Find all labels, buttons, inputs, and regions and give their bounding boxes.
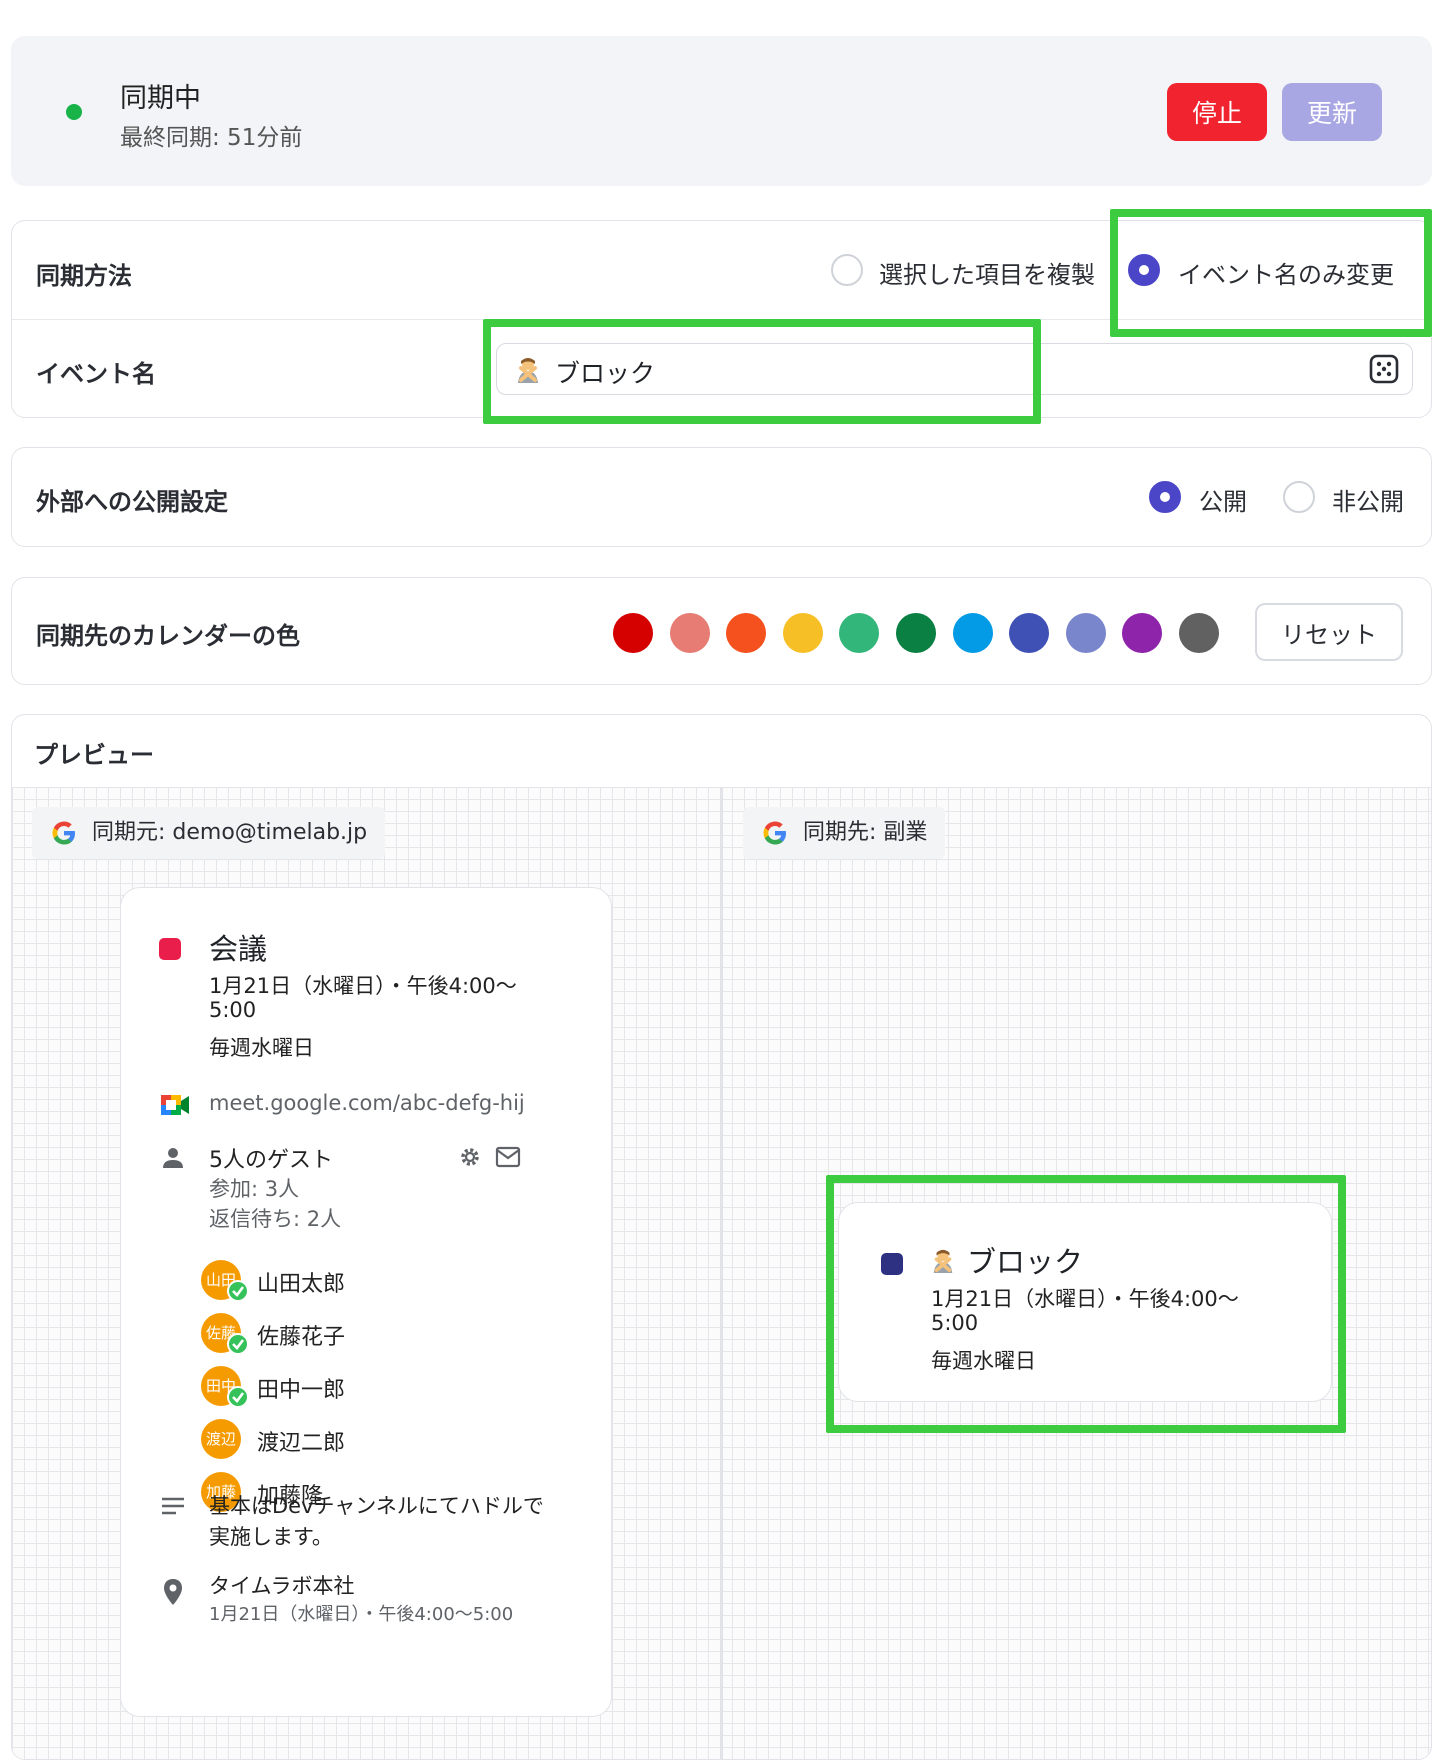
reset-button[interactable]: リセット xyxy=(1255,603,1403,661)
radio-duplicate-items[interactable] xyxy=(831,254,863,286)
calendar-color-label: 同期先のカレンダーの色 xyxy=(36,622,300,650)
color-swatch[interactable] xyxy=(613,613,653,653)
color-swatch[interactable] xyxy=(1065,613,1106,653)
check-icon xyxy=(227,1386,249,1408)
guest-name: 田中一郎 xyxy=(257,1378,346,1403)
color-swatch[interactable] xyxy=(839,613,880,653)
event-title: 会議 xyxy=(209,932,268,966)
target-calendar-tag: 同期先: 副業 xyxy=(743,807,946,859)
refresh-button[interactable]: 更新 xyxy=(1282,83,1382,141)
sync-method-label: 同期方法 xyxy=(36,262,132,290)
preview-title: プレビュー xyxy=(34,741,154,769)
google-icon xyxy=(763,821,786,845)
person-icon xyxy=(163,1148,183,1168)
radio-public[interactable] xyxy=(1149,481,1181,513)
visibility-label: 外部への公開設定 xyxy=(36,488,228,516)
gear-icon[interactable] xyxy=(457,1144,483,1170)
event-description-line2: 実施します。 xyxy=(209,1525,333,1549)
avatar: 渡辺 xyxy=(201,1419,241,1459)
event-time-line2: 5:00 xyxy=(209,998,257,1022)
color-swatch[interactable] xyxy=(1009,613,1050,653)
visibility-panel: 外部への公開設定 公開 非公開 xyxy=(11,447,1432,547)
sync-status-bar: 同期中 最終同期: 51分前 停止 更新 xyxy=(11,36,1432,186)
color-swatch[interactable] xyxy=(1179,613,1219,653)
location-pin-icon xyxy=(164,1579,182,1605)
guests-pending: 返信待ち: 2人 xyxy=(209,1207,342,1231)
dice-icon[interactable] xyxy=(1368,353,1400,385)
sync-status-dot xyxy=(66,104,82,120)
guest-name: 渡辺二郎 xyxy=(257,1431,346,1456)
event-time-line1: 1月21日（水曜日）・午後4:00〜 xyxy=(209,974,517,998)
option-public-label[interactable]: 公開 xyxy=(1199,482,1247,517)
option-private-label[interactable]: 非公開 xyxy=(1332,482,1404,517)
target-calendar-label: 同期先: 副業 xyxy=(803,820,928,845)
meet-link[interactable]: meet.google.com/abc-defg-hij xyxy=(209,1091,525,1115)
color-swatch[interactable] xyxy=(726,613,767,653)
highlight-target-event xyxy=(826,1175,1346,1433)
source-calendar-tag: 同期元: demo@timelab.jp xyxy=(32,807,386,859)
option-duplicate-items-label[interactable]: 選択した項目を複製 xyxy=(879,255,1095,290)
preview-divider xyxy=(720,787,723,1759)
event-description-line1: 基本はDevチャンネルにてハドルで xyxy=(209,1494,544,1518)
description-icon xyxy=(162,1497,184,1515)
check-icon xyxy=(227,1280,249,1302)
source-calendar-label: 同期元: demo@timelab.jp xyxy=(92,820,368,845)
guest-name: 佐藤花子 xyxy=(257,1325,346,1350)
last-sync-text: 最終同期: 51分前 xyxy=(120,125,303,151)
color-swatch[interactable] xyxy=(1122,613,1163,653)
color-swatch[interactable] xyxy=(669,613,710,653)
guest-name: 山田太郎 xyxy=(257,1272,346,1297)
sync-status-title: 同期中 xyxy=(120,83,201,114)
radio-private[interactable] xyxy=(1283,481,1315,513)
event-color-chip xyxy=(159,938,181,960)
event-name-label: イベント名 xyxy=(36,360,156,388)
mail-icon[interactable] xyxy=(495,1146,521,1168)
color-swatch[interactable] xyxy=(782,613,823,653)
check-icon xyxy=(227,1333,249,1355)
guests-joined: 参加: 3人 xyxy=(209,1177,300,1201)
calendar-color-panel: 同期先のカレンダーの色 リセット xyxy=(11,577,1432,685)
event-time: 1月21日（水曜日）・午後4:00〜 5:00 xyxy=(209,974,517,1022)
google-meet-icon xyxy=(161,1095,189,1115)
event-location: タイムラボ本社 xyxy=(209,1574,355,1598)
stop-button[interactable]: 停止 xyxy=(1167,83,1267,141)
color-swatch[interactable] xyxy=(952,613,993,653)
highlight-event-name-input xyxy=(483,319,1041,424)
event-location-time: 1月21日（水曜日）・午後4:00〜5:00 xyxy=(209,1604,514,1625)
color-swatch[interactable] xyxy=(896,613,936,653)
event-repeat: 毎週水曜日 xyxy=(209,1036,314,1060)
source-event-card: 会議 1月21日（水曜日）・午後4:00〜 5:00 毎週水曜日 meet.go… xyxy=(120,887,612,1717)
highlight-rename-only xyxy=(1110,209,1432,337)
guests-count: 5人のゲスト xyxy=(209,1148,333,1173)
google-icon xyxy=(52,821,75,845)
